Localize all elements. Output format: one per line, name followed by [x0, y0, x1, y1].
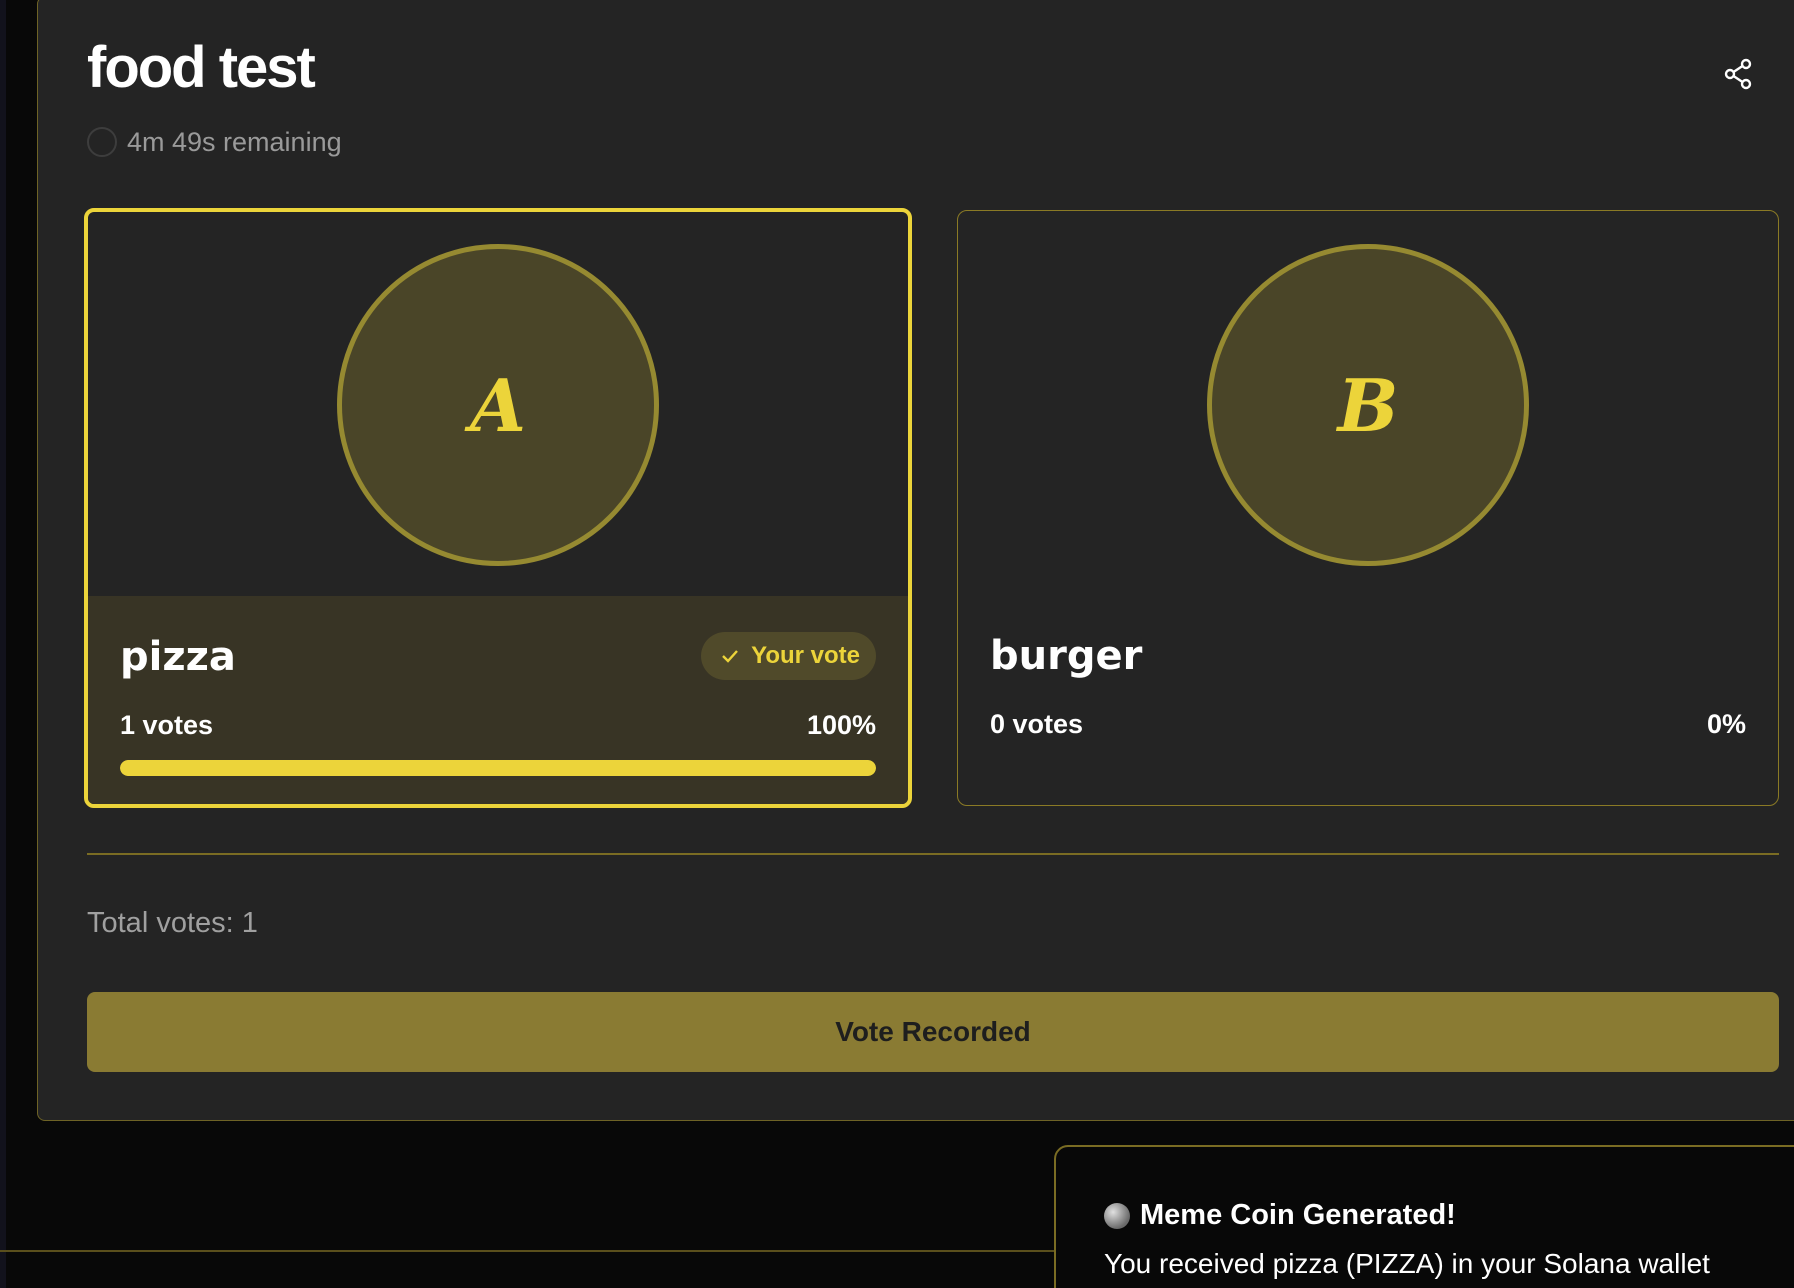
option-b-badge: B — [1207, 244, 1529, 566]
option-a-badge: A — [337, 244, 659, 566]
timer-row: 4m 49s remaining — [87, 124, 342, 160]
toast-notification[interactable]: Meme Coin Generated! You received pizza … — [1054, 1145, 1794, 1288]
option-b-name: burger — [990, 633, 1143, 679]
option-a-percent: 100% — [806, 710, 876, 740]
option-a-name: pizza — [120, 634, 236, 680]
option-a-footer: pizza Your vote 1 votes 100% — [88, 596, 908, 804]
option-a-votes: 1 votes — [120, 710, 214, 740]
option-b-letter: B — [1337, 362, 1399, 448]
timer-icon — [87, 127, 117, 157]
option-b-percent: 0% — [1706, 709, 1746, 739]
share-button[interactable] — [1720, 56, 1756, 92]
share-icon — [1724, 58, 1752, 90]
vote-recorded-button[interactable]: Vote Recorded — [87, 992, 1779, 1072]
toast-title-row: Meme Coin Generated! — [1104, 1199, 1456, 1232]
moon-icon — [1104, 1202, 1130, 1229]
option-a-letter: A — [470, 362, 526, 448]
your-vote-label: Your vote — [751, 642, 860, 669]
option-card-b[interactable]: B burger 0 votes 0% — [957, 210, 1779, 806]
divider — [87, 853, 1779, 855]
option-b-votes: 0 votes — [990, 709, 1084, 739]
toast-title: Meme Coin Generated! — [1140, 1199, 1456, 1231]
option-a-progress-fill — [120, 760, 876, 776]
check-icon — [722, 650, 738, 663]
toast-body: You received pizza (PIZZA) in your Solan… — [1104, 1248, 1710, 1279]
timer-text: 4m 49s remaining — [127, 126, 342, 157]
option-a-stats: 1 votes 100% — [120, 710, 876, 741]
option-a-progress — [120, 760, 876, 776]
option-card-a[interactable]: A pizza Your vote 1 votes 100% — [84, 208, 912, 808]
your-vote-badge: Your vote — [701, 632, 876, 680]
option-b-footer: burger 0 votes 0% — [958, 595, 1778, 805]
poll-title: food test — [87, 35, 316, 100]
total-votes: Total votes: 1 — [87, 907, 258, 939]
option-b-progress — [990, 759, 1746, 775]
option-b-stats: 0 votes 0% — [990, 709, 1746, 740]
left-edge-strip — [0, 0, 6, 1288]
